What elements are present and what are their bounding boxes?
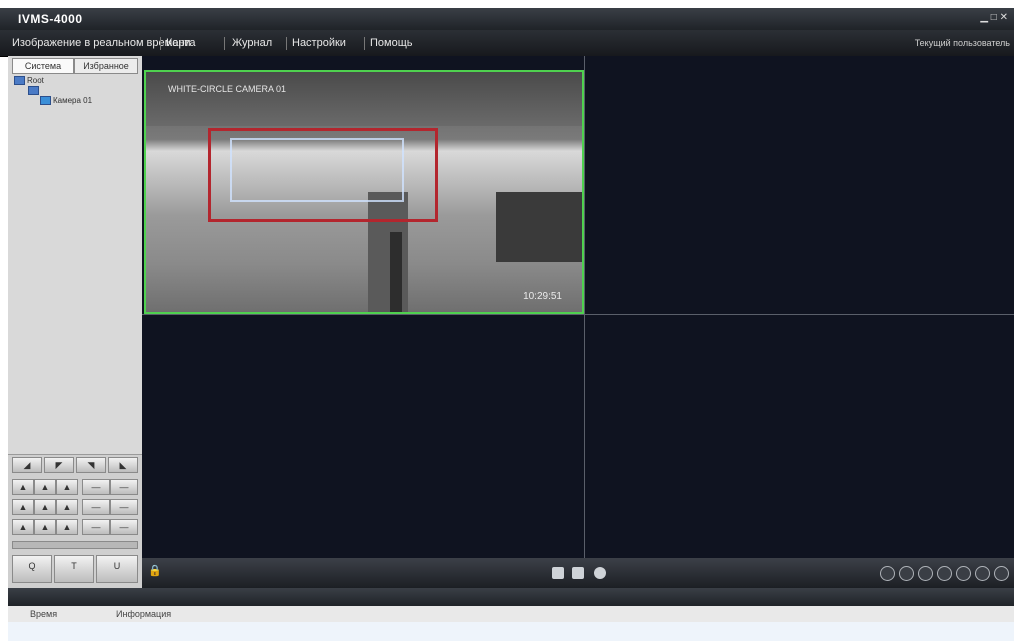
- ptz-focus-far-button[interactable]: —: [110, 499, 138, 515]
- ptz-zoom-out-button[interactable]: —: [110, 479, 138, 495]
- menu-bar: Изображение в реальном времени Карта Жур…: [0, 30, 1014, 57]
- layout-16-icon[interactable]: [937, 566, 952, 581]
- window-controls[interactable]: ▁ □ ✕: [980, 12, 1008, 23]
- log-column-info[interactable]: Информация: [116, 609, 171, 619]
- log-table-body: [8, 622, 1014, 641]
- ptz-iris-close-button[interactable]: —: [110, 519, 138, 535]
- tree-device[interactable]: [28, 86, 41, 96]
- stop-all-icon[interactable]: [975, 566, 990, 581]
- ptz-mode-button[interactable]: ◣: [108, 457, 138, 473]
- current-user-label: Текущий пользователь: [914, 38, 1010, 48]
- camera-icon: [40, 96, 51, 106]
- title-bar-background: [0, 8, 1014, 30]
- ptz-down-button[interactable]: ▲: [34, 519, 56, 535]
- menu-settings[interactable]: Настройки: [292, 37, 346, 49]
- ptz-mode-button[interactable]: ◥: [76, 457, 106, 473]
- ptz-iris-open-button[interactable]: —: [82, 519, 110, 535]
- ptz-center-button[interactable]: ▲: [34, 499, 56, 515]
- ptz-pattern-button[interactable]: U: [96, 555, 138, 583]
- ptz-speed-slider[interactable]: [12, 541, 138, 549]
- camera-stream[interactable]: WHITE-CIRCLE CAMERA 01 10:29:51: [144, 70, 584, 314]
- snapshot-icon[interactable]: [552, 567, 564, 579]
- ptz-tour-button[interactable]: T: [54, 555, 94, 583]
- layout-1-icon[interactable]: [880, 566, 895, 581]
- ptz-up-right-button[interactable]: ▲: [56, 479, 78, 495]
- audio-icon[interactable]: [594, 567, 606, 579]
- video-cell-1[interactable]: WHITE-CIRCLE CAMERA 01 10:29:51: [142, 56, 584, 314]
- ptz-right-button[interactable]: ▲: [56, 499, 78, 515]
- ptz-control-panel: ◢ ◤ ◥ ◣ ▲ ▲ ▲ — — ▲ ▲ ▲ — — ▲ ▲ ▲ — — Q …: [8, 454, 142, 589]
- ptz-up-button[interactable]: ▲: [34, 479, 56, 495]
- menu-separator: [286, 37, 287, 50]
- title-bar: IVMS-4000 ▁ □ ✕: [0, 0, 1014, 30]
- grid-divider-vertical: [584, 56, 585, 558]
- camera-timestamp: 10:29:51: [523, 291, 562, 302]
- video-cell-2[interactable]: [585, 56, 1014, 314]
- log-panel-bar: [8, 588, 1014, 606]
- menu-live-view[interactable]: Изображение в реальном времени: [12, 37, 191, 49]
- layout-9-icon[interactable]: [918, 566, 933, 581]
- folder-icon: [14, 76, 25, 86]
- camera-osd-text: WHITE-CIRCLE CAMERA 01: [168, 84, 287, 94]
- menu-separator: [224, 37, 225, 50]
- ptz-mode-button[interactable]: ◢: [12, 457, 42, 473]
- more-icon[interactable]: [994, 566, 1009, 581]
- video-cell-3[interactable]: [142, 315, 584, 558]
- scene-door: [390, 232, 402, 312]
- menu-log[interactable]: Журнал: [232, 37, 272, 49]
- fullscreen-icon[interactable]: [956, 566, 971, 581]
- lock-icon[interactable]: 🔒: [148, 565, 162, 577]
- video-cell-4[interactable]: [585, 315, 1014, 558]
- menu-map[interactable]: Карта: [166, 37, 195, 49]
- menu-separator: [364, 37, 365, 50]
- menu-help[interactable]: Помощь: [370, 37, 413, 49]
- video-toolbar: 🔒: [142, 558, 1014, 588]
- video-grid: WHITE-CIRCLE CAMERA 01 10:29:51: [142, 56, 1014, 558]
- ptz-up-left-button[interactable]: ▲: [12, 479, 34, 495]
- tree-root[interactable]: Root: [14, 76, 44, 86]
- layout-4-icon[interactable]: [899, 566, 914, 581]
- ptz-down-right-button[interactable]: ▲: [56, 519, 78, 535]
- ptz-zoom-in-button[interactable]: —: [82, 479, 110, 495]
- scene-roof: [146, 72, 582, 126]
- log-column-time[interactable]: Время: [30, 609, 57, 619]
- ptz-left-button[interactable]: ▲: [12, 499, 34, 515]
- record-icon[interactable]: [572, 567, 584, 579]
- tab-favorites[interactable]: Избранное: [74, 58, 138, 74]
- menu-separator: [160, 37, 161, 50]
- device-icon: [28, 86, 39, 96]
- detection-region-box: [208, 128, 438, 222]
- app-title: IVMS-4000: [18, 12, 83, 26]
- ptz-focus-near-button[interactable]: —: [82, 499, 110, 515]
- ptz-mode-button[interactable]: ◤: [44, 457, 74, 473]
- ptz-preset-button[interactable]: Q: [12, 555, 52, 583]
- tab-system[interactable]: Система: [12, 58, 74, 74]
- device-panel: Система Избранное Root Камера 01 ◢ ◤ ◥ ◣…: [8, 56, 143, 589]
- ptz-down-left-button[interactable]: ▲: [12, 519, 34, 535]
- scene-window: [496, 192, 582, 262]
- log-table-header: Время Информация: [8, 606, 1014, 623]
- grid-divider-horizontal: [142, 314, 1014, 315]
- tree-camera[interactable]: Камера 01: [40, 96, 92, 106]
